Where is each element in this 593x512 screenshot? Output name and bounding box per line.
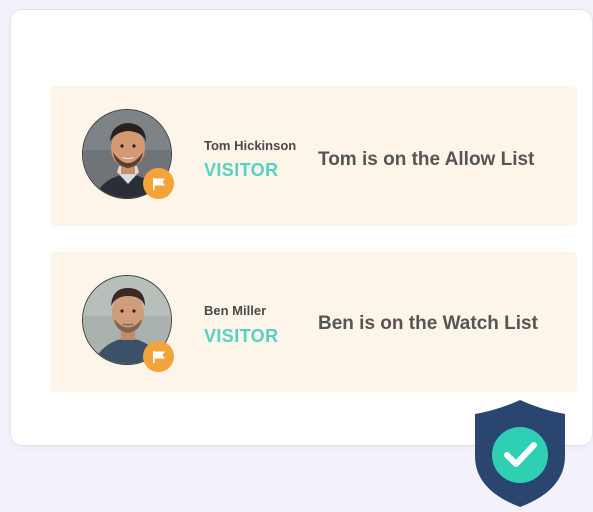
visitor-role: VISITOR: [204, 326, 279, 346]
visitor-name: Tom Hickinson: [204, 138, 297, 153]
flag-icon: [143, 341, 174, 372]
visitor-role: VISITOR: [204, 160, 279, 180]
visitor-status: Ben is on the Watch List: [318, 313, 538, 334]
visitor-row[interactable]: Ben Miller VISITOR Ben is on the Watch L…: [51, 252, 577, 392]
visitor-list-card: Tom Hickinson VISITOR Tom is on the Allo…: [10, 9, 593, 446]
visitor-status: Tom is on the Allow List: [318, 149, 535, 170]
flag-icon: [143, 168, 174, 199]
shield-check-icon: [474, 400, 566, 507]
visitor-name: Ben Miller: [204, 303, 267, 318]
visitor-row[interactable]: Tom Hickinson VISITOR Tom is on the Allo…: [51, 86, 577, 226]
